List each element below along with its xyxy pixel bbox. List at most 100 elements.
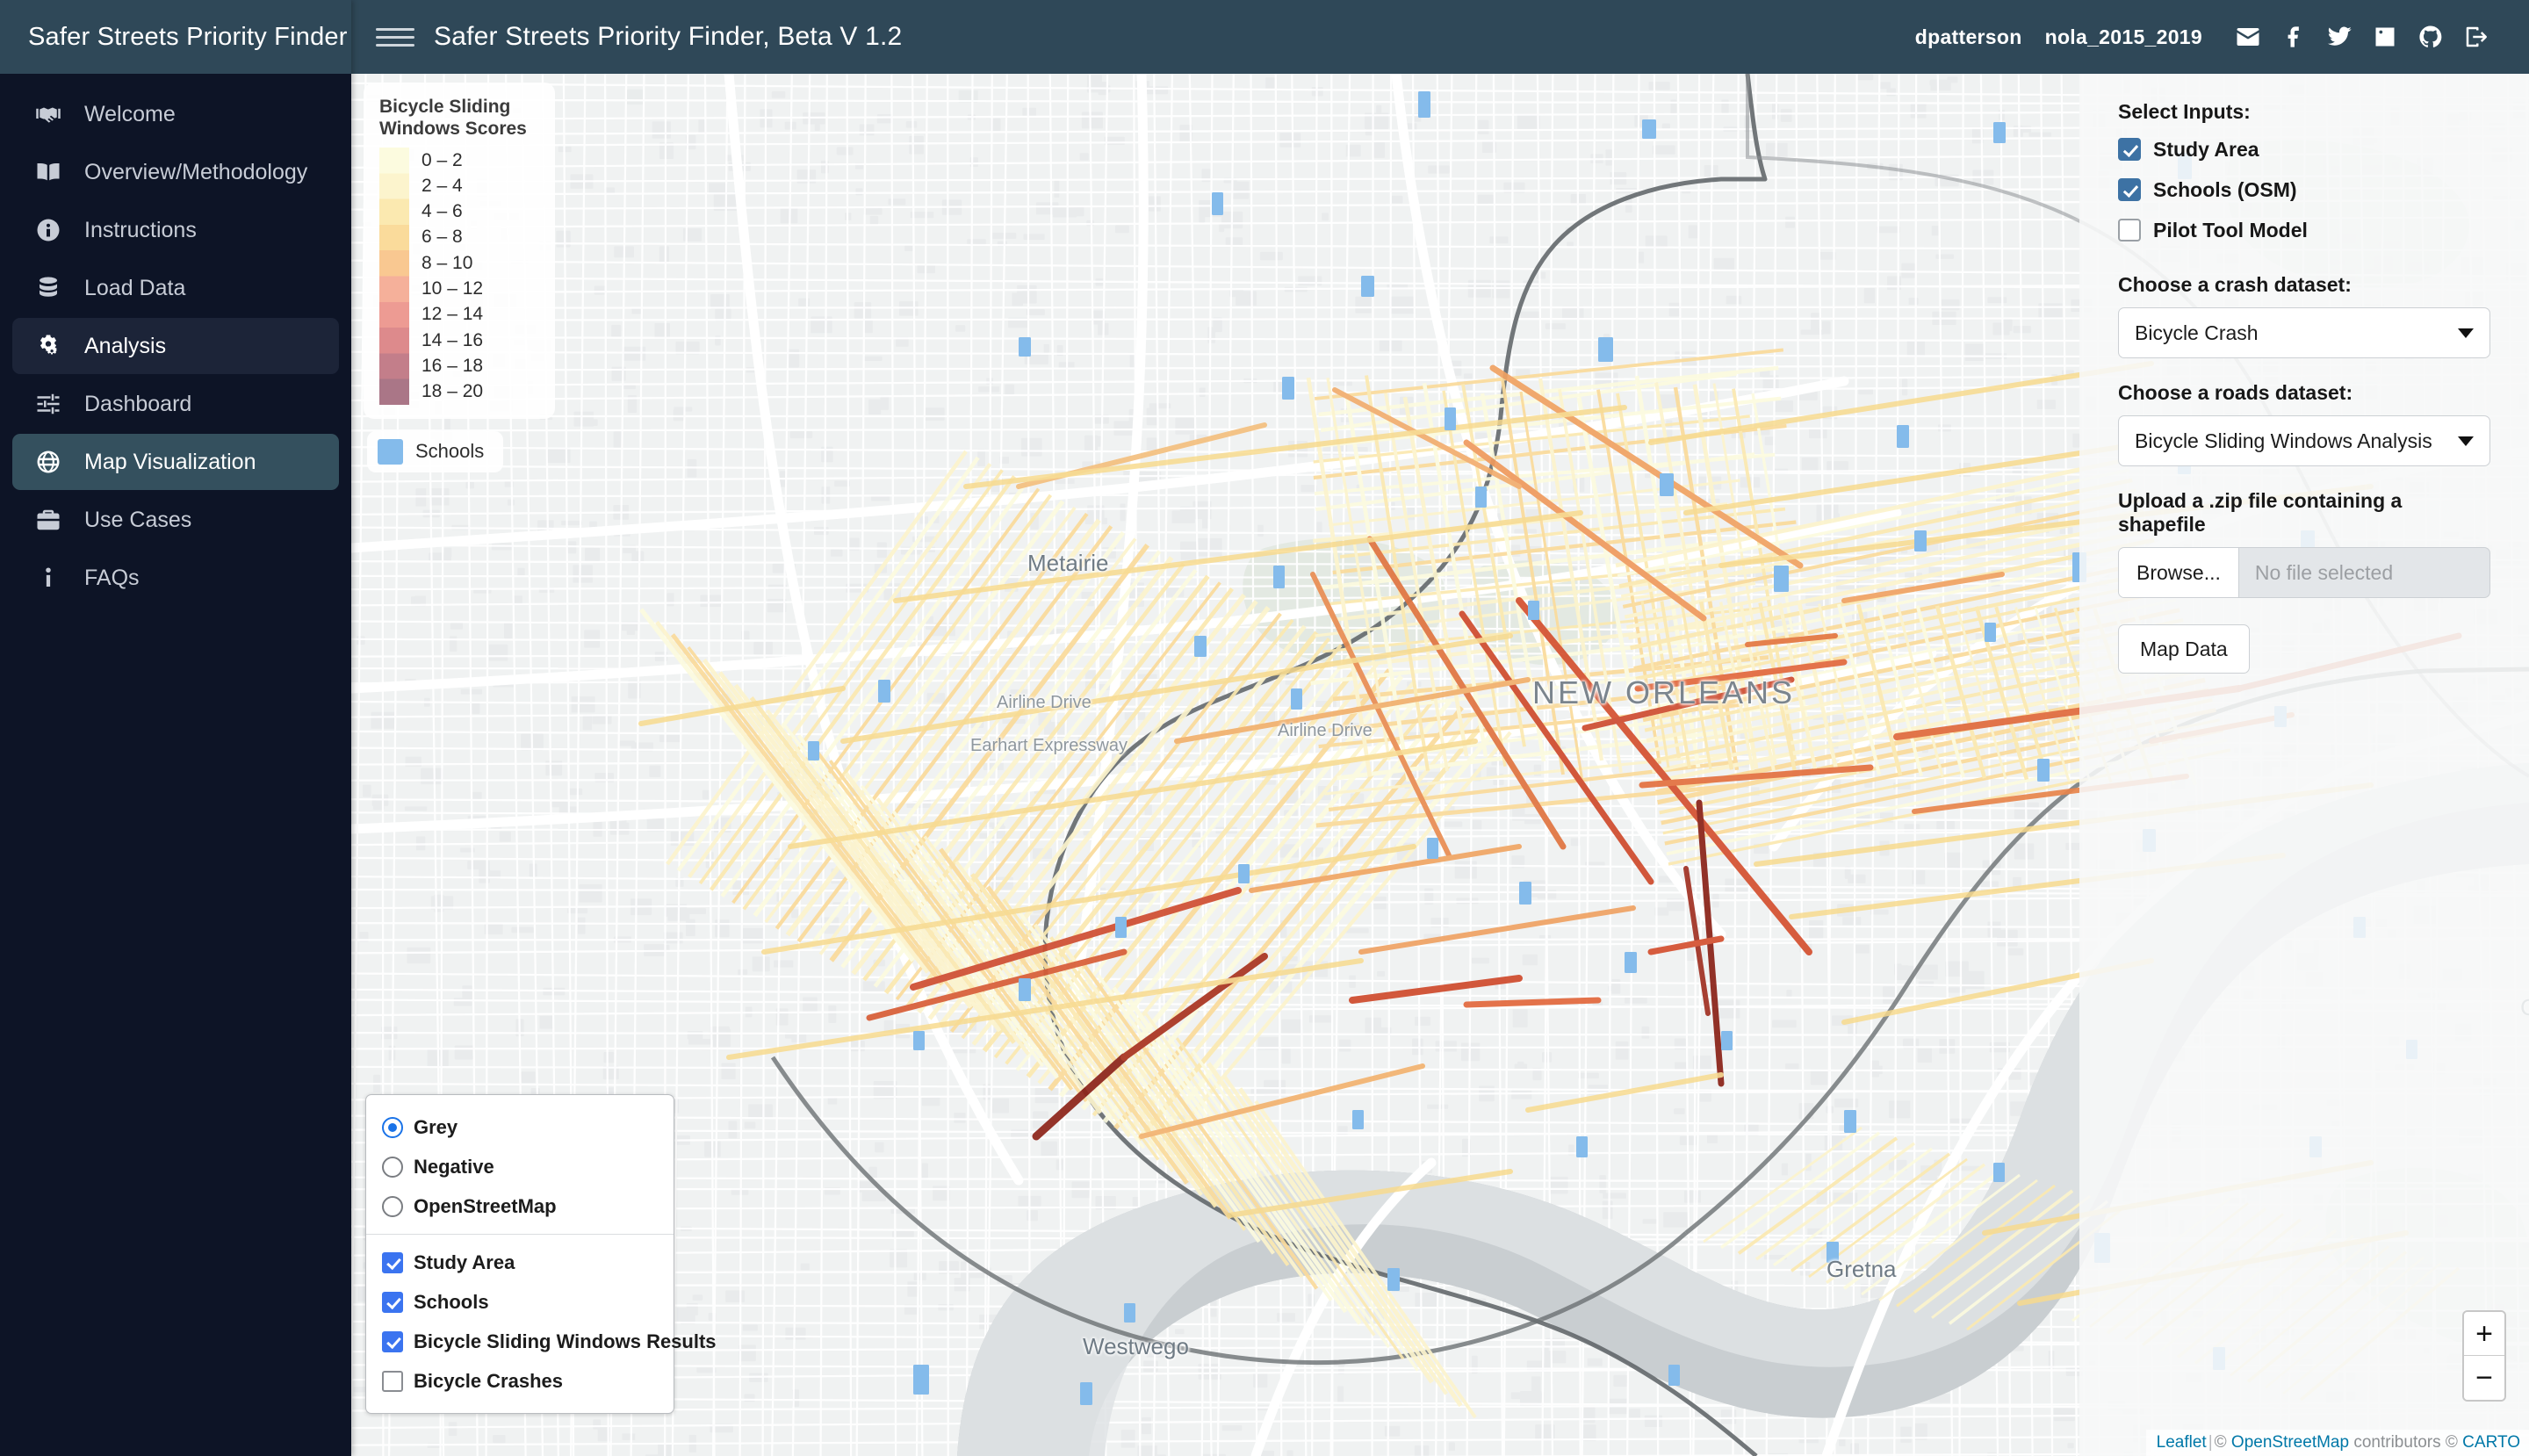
linkedin-icon[interactable]	[2362, 18, 2408, 56]
upload-shapefile-label: Upload a .zip file containing a shapefil…	[2118, 489, 2403, 536]
attribution-contributors: contributors ©	[2353, 1433, 2458, 1452]
book-icon	[32, 157, 65, 187]
select-inputs-label: Select Inputs:	[2118, 100, 2251, 123]
input-option-pilot-tool-model[interactable]: Pilot Tool Model	[2118, 210, 2490, 250]
legend-bin-label: 12 – 14	[422, 304, 484, 325]
envelope-icon[interactable]	[2225, 18, 2271, 56]
overlay-checkbox-group: Study Area Schools Bicycle Sliding Windows…	[366, 1243, 717, 1401]
map-legend-wrapper: Bicycle Sliding Windows Scores 0 – 2 2 – …	[364, 83, 555, 472]
info-circle-icon	[32, 215, 65, 245]
shapefile-upload-field[interactable]: Browse... No file selected	[2118, 547, 2490, 598]
legend-bin-label: 2 – 4	[422, 175, 463, 196]
radio-button[interactable]	[382, 1156, 403, 1178]
sidebar-item-label: FAQs	[84, 565, 140, 590]
radio-button[interactable]	[382, 1195, 403, 1217]
sidebar: Safer Streets Priority Finder Welcome Ove…	[0, 0, 351, 1456]
handshake-icon	[32, 99, 65, 129]
overlay-option-bicycle-crashes[interactable]: Bicycle Crashes	[366, 1361, 674, 1401]
openstreetmap-link[interactable]: OpenStreetMap	[2231, 1433, 2349, 1452]
legend-bin-label: 16 – 18	[422, 355, 484, 376]
overlay-option-label: Schools	[414, 1290, 489, 1313]
sidebar-item-overview-methodology[interactable]: Overview/Methodology	[12, 144, 339, 200]
hamburger-menu-icon[interactable]	[376, 18, 414, 56]
basemap-option-grey[interactable]: Grey	[366, 1107, 674, 1147]
input-option-label: Study Area	[2153, 137, 2259, 161]
sidebar-item-label: Load Data	[84, 275, 186, 300]
sidebar-item-instructions[interactable]: Instructions	[12, 202, 339, 258]
roads-dataset-value: Bicycle Sliding Windows Analysis	[2135, 429, 2432, 452]
overlay-option-label: Bicycle Sliding Windows Results	[414, 1330, 717, 1352]
basemap-option-label: Negative	[414, 1155, 494, 1178]
main-area: Safer Streets Priority Finder, Beta V 1.…	[351, 0, 2529, 1456]
basemap-option-negative[interactable]: Negative	[366, 1147, 674, 1186]
input-option-label: Pilot Tool Model	[2153, 218, 2308, 241]
input-option-study-area[interactable]: Study Area	[2118, 129, 2490, 169]
sidebar-item-analysis[interactable]: Analysis	[12, 318, 339, 374]
input-option-schools-osm[interactable]: Schools (OSM)	[2118, 169, 2490, 210]
basemap-option-openstreetmap[interactable]: OpenStreetMap	[366, 1186, 674, 1226]
globe-icon	[32, 447, 65, 477]
sidebar-item-welcome[interactable]: Welcome	[12, 86, 339, 142]
input-checkbox-group: Study Area Schools (OSM) Pilot Tool Model	[2118, 129, 2490, 250]
database-icon	[32, 273, 65, 303]
zoom-control[interactable]: + −	[2462, 1310, 2506, 1402]
twitter-icon[interactable]	[2316, 18, 2362, 56]
overlay-option-bicycle-sliding-windows-results[interactable]: Bicycle Sliding Windows Results	[366, 1322, 717, 1361]
sidebar-item-use-cases[interactable]: Use Cases	[12, 492, 339, 548]
layer-control-panel[interactable]: Grey Negative OpenStreetMap Study Area Scho…	[365, 1094, 717, 1414]
github-icon[interactable]	[2408, 18, 2453, 56]
sign-out-icon[interactable]	[2453, 18, 2499, 56]
checkbox[interactable]	[2118, 138, 2141, 161]
topbar-username: dpatterson	[1914, 25, 2022, 48]
basemap-option-label: OpenStreetMap	[414, 1194, 557, 1217]
checkbox[interactable]	[382, 1370, 403, 1392]
sidebar-item-load-data[interactable]: Load Data	[12, 260, 339, 316]
input-option-label: Schools (OSM)	[2153, 177, 2297, 201]
basemap-option-label: Grey	[414, 1115, 458, 1138]
crash-dataset-label: Choose a crash dataset:	[2118, 273, 2352, 296]
sidebar-item-label: Analysis	[84, 333, 167, 358]
attribution-separator: |	[2208, 1433, 2213, 1452]
browse-button[interactable]: Browse...	[2119, 548, 2239, 597]
schools-legend: Schools	[367, 430, 504, 472]
sidebar-item-dashboard[interactable]: Dashboard	[12, 376, 339, 432]
topbar-project: nola_2015_2019	[2044, 25, 2202, 48]
leaflet-link[interactable]: Leaflet	[2157, 1433, 2207, 1452]
overlay-option-label: Bicycle Crashes	[414, 1369, 563, 1392]
score-legend: Bicycle Sliding Windows Scores 0 – 2 2 – …	[364, 83, 555, 419]
sliders-icon	[32, 389, 65, 419]
inputs-panel: Select Inputs: Study Area Schools (OSM) Pi…	[2079, 74, 2529, 1456]
map-container[interactable]: MetairieNEW ORLEANSChalmetteGretnaWestwe…	[351, 74, 2529, 1456]
checkbox[interactable]	[382, 1330, 403, 1352]
checkbox[interactable]	[2118, 178, 2141, 201]
info-icon	[32, 563, 65, 593]
radio-button[interactable]	[382, 1116, 403, 1138]
schools-legend-label: Schools	[415, 440, 485, 463]
checkbox[interactable]	[382, 1251, 403, 1273]
map-data-button[interactable]: Map Data	[2118, 624, 2250, 674]
carto-link[interactable]: CARTO	[2462, 1433, 2520, 1452]
overlay-option-schools[interactable]: Schools	[366, 1282, 674, 1322]
crash-dataset-select[interactable]: Bicycle Crash	[2118, 307, 2490, 358]
briefcase-icon	[32, 505, 65, 535]
chevron-down-icon	[2458, 328, 2474, 338]
roads-dataset-select[interactable]: Bicycle Sliding Windows Analysis	[2118, 415, 2490, 466]
facebook-icon[interactable]	[2271, 18, 2316, 56]
checkbox[interactable]	[2118, 219, 2141, 241]
legend-body: 0 – 2 2 – 4 4 – 6 6 – 8 8 – 10 10 – 12 12 – 14…	[379, 147, 536, 405]
checkbox[interactable]	[382, 1291, 403, 1313]
sidebar-item-label: Overview/Methodology	[84, 159, 308, 184]
sidebar-brand: Safer Streets Priority Finder	[0, 0, 351, 74]
sidebar-item-map-visualization[interactable]: Map Visualization	[12, 434, 339, 490]
app-root: Safer Streets Priority Finder Welcome Ove…	[0, 0, 2529, 1456]
zoom-in-button[interactable]: +	[2464, 1312, 2504, 1356]
overlay-option-study-area[interactable]: Study Area	[366, 1243, 674, 1282]
chevron-down-icon	[2458, 436, 2474, 446]
sidebar-item-faqs[interactable]: FAQs	[12, 550, 339, 606]
legend-color-bar	[379, 147, 409, 405]
legend-title: Bicycle Sliding Windows Scores	[379, 97, 527, 139]
zoom-out-button[interactable]: −	[2464, 1356, 2504, 1400]
legend-bin-label: 14 – 16	[422, 329, 484, 350]
page-title: Safer Streets Priority Finder, Beta V 1.…	[434, 22, 903, 51]
legend-bin-label: 18 – 20	[422, 381, 484, 402]
